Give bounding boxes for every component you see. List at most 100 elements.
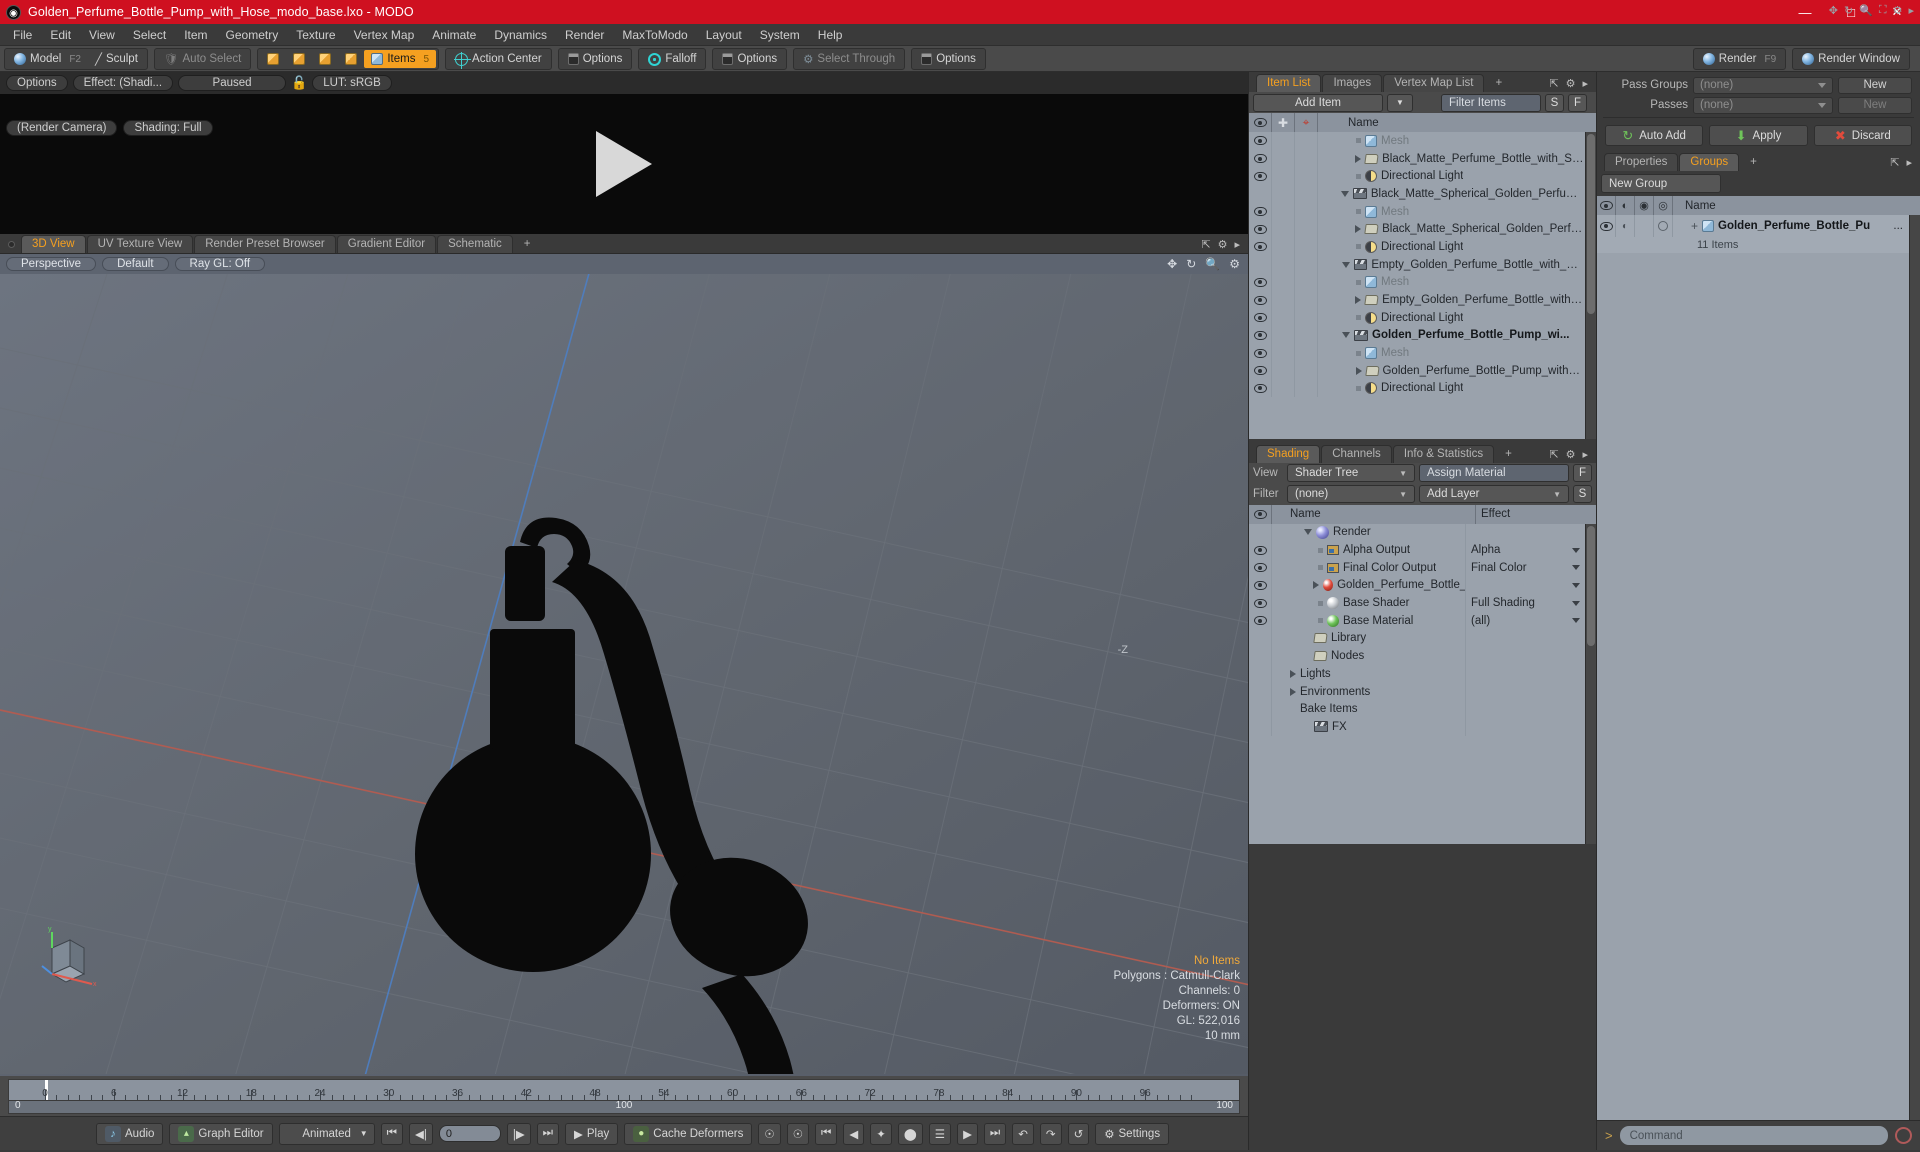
render-camera-button[interactable]: (Render Camera) (6, 120, 118, 136)
expand-arrow-icon[interactable] (1290, 687, 1296, 696)
menu-item-edit[interactable]: Edit (41, 26, 80, 44)
visibility-toggle[interactable] (1249, 255, 1272, 274)
items-mode-button[interactable]: Items 5 (364, 50, 437, 68)
row-column[interactable] (1272, 379, 1295, 398)
item-row-name[interactable]: Empty_Golden_Perfume_Bottle_with_ ... (1318, 294, 1585, 306)
row-column[interactable] (1272, 326, 1295, 345)
add-groups-tab-button[interactable]: + (1740, 154, 1767, 171)
expand-icon[interactable]: ⇱ (1549, 448, 1558, 461)
vertices-mode-button[interactable] (260, 50, 286, 68)
expand-arrow-icon[interactable] (1355, 154, 1362, 163)
table-row[interactable]: Golden_Perfume_Bottle_Pump_wi... (1249, 326, 1585, 345)
item-row-name[interactable]: Black_Matte_Perfume_Bottle_with_Sil ... (1318, 153, 1585, 165)
visibility-toggle[interactable] (1249, 682, 1272, 701)
materials-mode-button[interactable] (338, 50, 364, 68)
group-row-name[interactable]: + Golden_Perfume_Bottle_Pu ... (1673, 219, 1909, 233)
shading-list-body[interactable]: Render Alpha Output Alpha Final Color Outpu… (1249, 523, 1585, 844)
create-key-button[interactable]: ✦ (870, 1122, 892, 1145)
chevron-right-icon[interactable]: ▸ (1582, 448, 1588, 461)
row-column[interactable] (1272, 149, 1295, 168)
tab-images[interactable]: Images (1322, 74, 1383, 92)
shading-row-name[interactable]: Golden_Perfume_Bottle_P ... (1272, 579, 1465, 592)
item-list-scrollbar[interactable] (1585, 132, 1596, 439)
table-row[interactable]: Final Color Output Final Color (1249, 558, 1585, 577)
groups-scrollbar[interactable] (1909, 215, 1920, 1120)
group-shade-toggle[interactable]: ◐ (1616, 215, 1635, 237)
shading-row-name[interactable]: Bake Items (1272, 703, 1465, 715)
visibility-toggle[interactable] (1249, 238, 1272, 256)
menu-item-geometry[interactable]: Geometry (217, 26, 288, 44)
item-row-name[interactable]: Mesh (1318, 347, 1585, 360)
row-column[interactable] (1295, 202, 1318, 221)
menu-item-help[interactable]: Help (809, 26, 852, 44)
shading-row-name[interactable]: Nodes (1272, 650, 1465, 662)
menu-item-file[interactable]: File (4, 26, 41, 44)
row-column[interactable] (1295, 291, 1318, 309)
expand-arrow-icon[interactable] (1355, 366, 1362, 375)
action-center-options-button[interactable]: Options (561, 50, 630, 68)
visibility-toggle[interactable] (1249, 149, 1272, 168)
delete-key-button[interactable]: ⬤ (897, 1122, 923, 1145)
shading-row-name[interactable]: Lights (1272, 668, 1465, 680)
gear-icon[interactable]: ⚙ (1566, 448, 1576, 461)
menu-item-texture[interactable]: Texture (287, 26, 344, 44)
row-column[interactable] (1272, 255, 1295, 274)
shading-scroll-thumb[interactable] (1587, 525, 1595, 646)
shading-f-button[interactable]: F (1573, 464, 1592, 482)
preview-effect-button[interactable]: Effect: (Shadi... (72, 75, 174, 91)
effect-select[interactable]: Alpha (1465, 541, 1585, 559)
row-column[interactable] (1295, 255, 1318, 274)
key-next-button[interactable]: ▶ (957, 1122, 978, 1145)
expand-icon[interactable]: ⇱ (1890, 156, 1899, 169)
settings-button[interactable]: ⚙ Settings (1095, 1122, 1170, 1145)
table-row[interactable]: Lights (1249, 665, 1585, 683)
table-row[interactable]: Directional Light (1249, 238, 1585, 256)
item-row-name[interactable]: Mesh (1318, 134, 1585, 147)
discard-button[interactable]: ✖ Discard (1813, 125, 1912, 146)
viewport-style-button[interactable]: Default (102, 257, 169, 271)
key-prev-button[interactable]: ⏮ (815, 1122, 838, 1145)
table-row[interactable]: Alpha Output Alpha (1249, 541, 1585, 559)
shading-scrollbar[interactable] (1585, 523, 1596, 844)
cache-deformers-button[interactable]: ● Cache Deformers (624, 1122, 753, 1145)
table-row[interactable]: Directional Light (1249, 167, 1585, 186)
item-list-f-button[interactable]: F (1568, 93, 1587, 112)
shading-row-name[interactable]: Base Material (1272, 614, 1465, 627)
add-layer-select[interactable]: Add Layer ▼ (1419, 485, 1569, 503)
go-to-start-button[interactable]: ⏮ (380, 1122, 403, 1145)
tab-render-preset-browser[interactable]: Render Preset Browser (194, 235, 336, 253)
auto-select-button[interactable]: 🛡 Auto Select (157, 50, 248, 68)
row-column[interactable] (1295, 326, 1318, 345)
collapse-arrow-icon[interactable] (1341, 261, 1350, 268)
item-row-name[interactable]: Golden_Perfume_Bottle_Pump_with_ ... (1318, 365, 1585, 377)
tab-channels[interactable]: Channels (1321, 444, 1392, 463)
add-item-dropdown[interactable]: ▼ (1387, 93, 1413, 112)
visibility-toggle[interactable] (1249, 132, 1272, 150)
row-column[interactable] (1295, 149, 1318, 168)
edges-mode-button[interactable] (286, 50, 312, 68)
animated-mode-select[interactable]: Animated ▼ (278, 1122, 375, 1145)
add-item-button[interactable]: Add Item (1253, 93, 1383, 112)
shading-row-name[interactable]: Final Color Output (1272, 562, 1465, 574)
menu-item-render[interactable]: Render (556, 26, 613, 44)
visibility-toggle[interactable] (1249, 220, 1272, 239)
pass-groups-select[interactable]: (none) (1693, 76, 1833, 94)
table-row[interactable]: Library (1249, 629, 1585, 648)
gear-icon[interactable]: ⚙ (1218, 238, 1228, 251)
tab-groups[interactable]: Groups (1679, 153, 1740, 171)
tab-uv-texture-view[interactable]: UV Texture View (86, 235, 194, 253)
table-row[interactable]: Directional Light (1249, 308, 1585, 327)
visibility-toggle[interactable] (1249, 326, 1272, 345)
apply-button[interactable]: ⬇ Apply (1709, 125, 1808, 146)
tab-menu-dot[interactable] (8, 241, 15, 248)
row-column[interactable] (1272, 308, 1295, 327)
item-row-name[interactable]: Black_Matte_Spherical_Golden_Perfume ... (1318, 188, 1585, 200)
add-item-list-tab-button[interactable]: + (1485, 75, 1512, 92)
visibility-toggle[interactable] (1249, 185, 1272, 203)
row-column[interactable] (1295, 308, 1318, 327)
visibility-toggle[interactable] (1249, 629, 1272, 648)
falloff-options-button[interactable]: Options (715, 50, 784, 68)
graph-editor-button[interactable]: ▴ Graph Editor (169, 1122, 273, 1145)
viewport-projection-button[interactable]: Perspective (6, 257, 97, 271)
table-row[interactable]: Base Material (all) (1249, 611, 1585, 630)
